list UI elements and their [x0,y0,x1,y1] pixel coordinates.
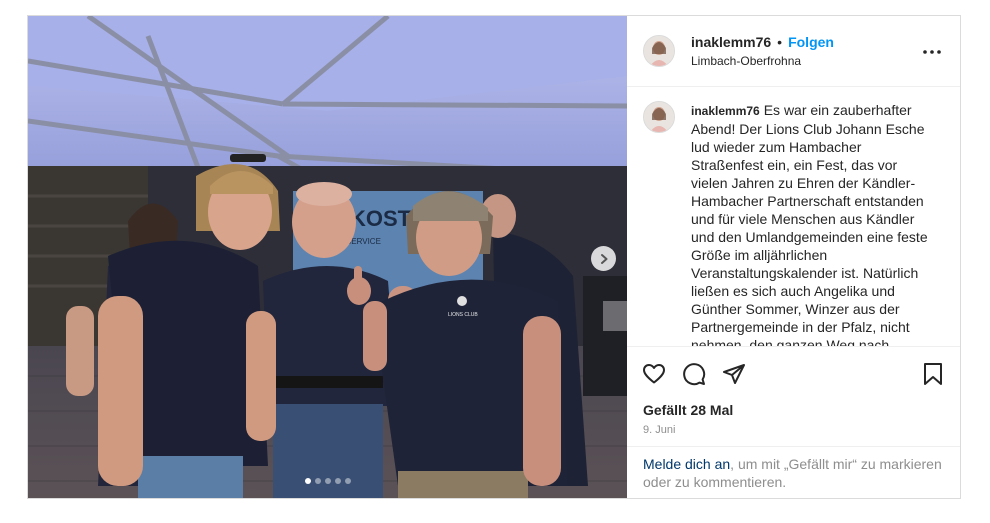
caption-username[interactable]: inaklemm76 [691,104,760,118]
photo-scene: ICKOST PARTYSERVICE [28,16,627,498]
share-button[interactable] [721,361,747,387]
caption-avatar[interactable] [643,101,675,133]
carousel-dot [304,478,311,484]
save-button[interactable] [920,361,946,387]
separator-dot: • [777,34,783,50]
next-slide-button[interactable] [591,246,616,271]
avatar-image [644,36,674,66]
action-bar [627,346,960,400]
bookmark-icon [924,363,942,385]
post-header: inaklemm76 • Folgen Limbach-Oberfrohna [627,16,960,87]
caption-text: Es war ein zauberhafter Abend! Der Lions… [691,102,928,346]
carousel-dot [314,478,321,484]
carousel-dot [344,478,351,484]
follow-button[interactable]: Folgen [788,34,834,50]
post-photo[interactable]: ICKOST PARTYSERVICE [28,16,627,498]
paper-plane-icon [723,363,745,384]
like-button[interactable] [641,361,667,387]
login-link[interactable]: Melde dich an [643,456,730,472]
instagram-post: ICKOST PARTYSERVICE [27,15,961,499]
username-link[interactable]: inaklemm76 [691,34,771,50]
heart-icon [643,363,665,383]
comment-icon [683,362,706,385]
avatar-image [644,102,674,132]
carousel-dot [334,478,341,484]
carousel-dots [28,478,627,484]
post-date[interactable]: 9. Juni [627,424,960,440]
shirt-print: LIONS CLUB [448,312,478,318]
chevron-right-icon [600,253,607,264]
login-prompt: Melde dich an, um mit „Gefällt mir“ zu m… [627,446,960,498]
more-options-button[interactable] [922,42,942,62]
more-options-icon [923,50,941,54]
caption-area: inaklemm76 Es war ein zauberhafter Abend!… [627,87,960,346]
comment-button[interactable] [681,361,707,387]
carousel-dot [324,478,331,484]
post-sidebar: inaklemm76 • Folgen Limbach-Oberfrohna i… [627,16,960,498]
like-count[interactable]: Gefällt 28 Mal [627,400,960,420]
caption: inaklemm76 Es war ein zauberhafter Abend!… [691,101,931,346]
location-link[interactable]: Limbach-Oberfrohna [691,54,834,68]
avatar[interactable] [643,35,675,67]
